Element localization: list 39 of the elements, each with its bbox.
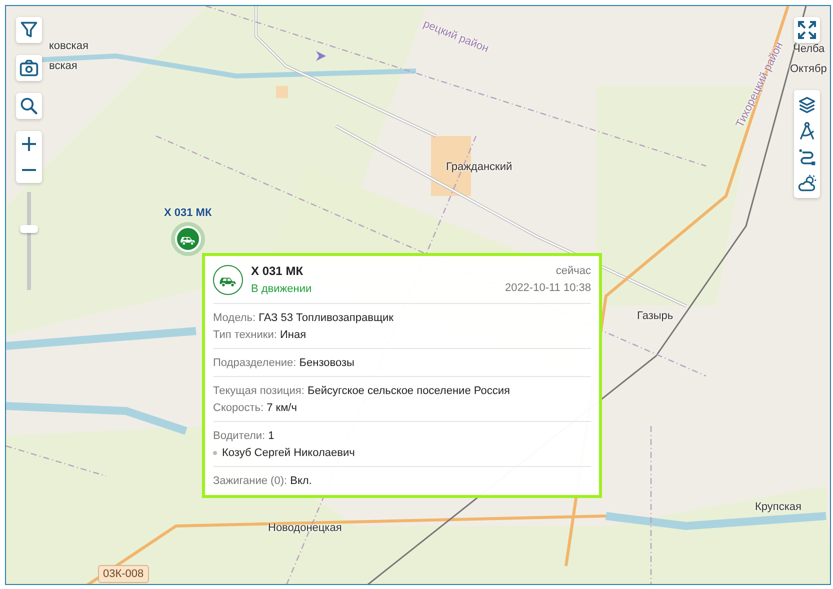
vehicle-title: Х 031 МК	[251, 264, 304, 278]
timestamp: 2022-10-11 10:38	[504, 282, 591, 294]
expand-icon	[797, 20, 817, 40]
search-button[interactable]	[16, 93, 42, 119]
info-field: Модель: ГАЗ 53 Топливозаправщик	[213, 312, 591, 324]
compass-icon	[797, 121, 817, 141]
district-label: рецкий район	[422, 18, 490, 56]
camera-icon	[19, 58, 39, 78]
airplane-icon	[316, 51, 326, 61]
time-ago: сейчас	[556, 265, 591, 277]
layers-icon	[797, 95, 817, 115]
place-label: Гражданский	[446, 161, 512, 173]
info-field: Скорость: 7 км/ч	[213, 402, 591, 414]
search-icon	[19, 96, 39, 116]
road-number: 03К-008	[98, 565, 149, 583]
place-label: ковская	[49, 40, 88, 52]
place-label: Октябр	[790, 63, 827, 75]
place-label: вская	[49, 60, 78, 72]
vehicle-label: Х 031 МК	[164, 207, 212, 219]
vehicle-status: В движении	[251, 283, 313, 295]
filter-icon	[19, 20, 39, 40]
place-label: Газырь	[637, 310, 674, 322]
info-field: Текущая позиция: Бейсугское сельское поселение Россия	[213, 385, 591, 397]
plus-icon	[21, 136, 37, 152]
info-field: Зажигание (0): Вкл.	[213, 475, 591, 487]
fullscreen-button[interactable]	[794, 17, 820, 43]
place-label: Новодонецкая	[268, 522, 342, 534]
driver-name: Козуб Сергей Николаевич	[222, 447, 355, 459]
slider-thumb[interactable]	[20, 225, 38, 234]
vehicle-marker[interactable]	[170, 222, 205, 256]
info-field: Тип техники: Иная	[213, 329, 591, 341]
camera-button[interactable]	[16, 55, 42, 81]
info-field: Водители: 1	[213, 430, 591, 442]
route-icon	[797, 147, 817, 167]
filter-button[interactable]	[16, 17, 42, 43]
place-label: Крупская	[755, 501, 802, 513]
cloud-sun-icon	[797, 173, 817, 193]
minus-icon	[22, 169, 36, 171]
info-field: Подразделение: Бензовозы	[213, 357, 591, 369]
